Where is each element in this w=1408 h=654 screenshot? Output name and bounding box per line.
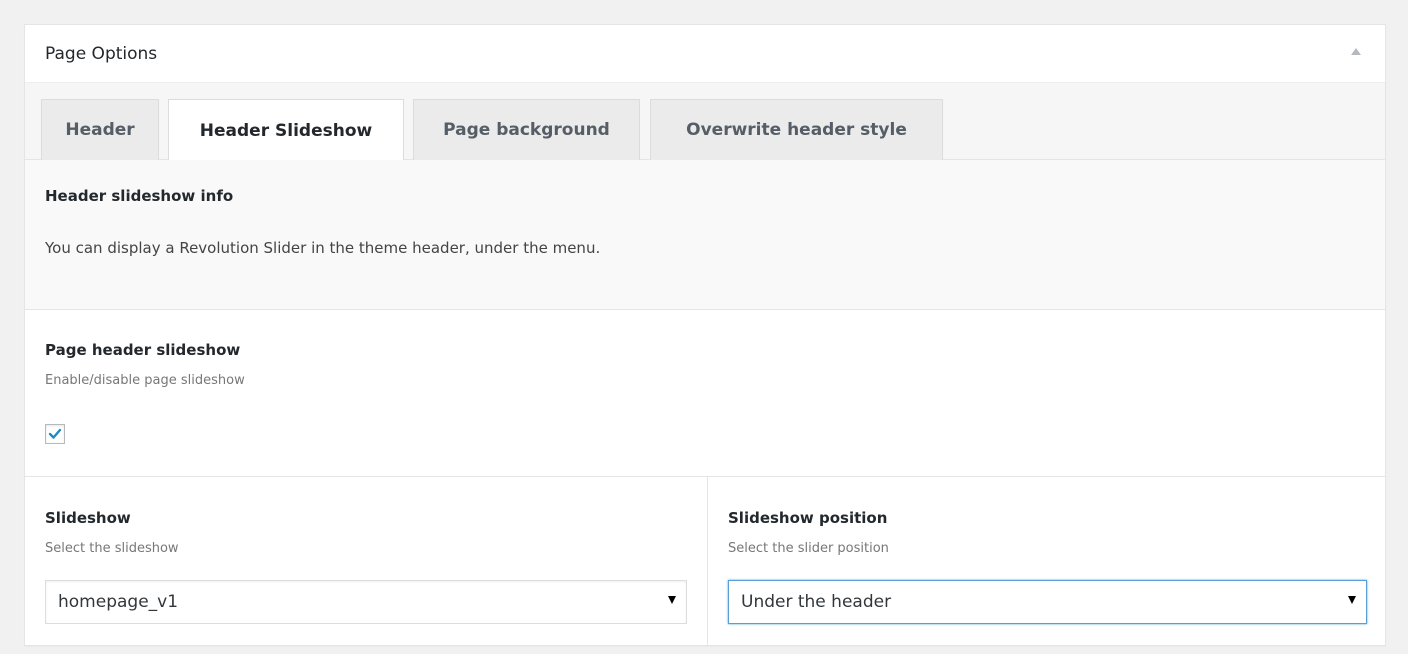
select-value: Under the header [741,592,892,612]
field-description: Select the slider position [728,541,889,556]
field-description: Enable/disable page slideshow [45,373,245,388]
tabs-bar: Header Header Slideshow Page background … [25,83,1385,161]
field-description: Select the slideshow [45,541,179,556]
enable-slideshow-checkbox[interactable] [45,424,65,444]
caret-down-icon [668,596,676,604]
tab-header[interactable]: Header [41,99,159,160]
tab-overwrite-header-style[interactable]: Overwrite header style [650,99,943,160]
slideshow-position-field: Slideshow position Select the slider pos… [708,477,1385,645]
collapse-toggle-icon[interactable] [1351,48,1361,55]
tab-label: Header Slideshow [199,120,373,141]
field-title: Page header slideshow [45,341,241,359]
slideshow-settings-row: Slideshow Select the slideshow homepage_… [25,477,1385,645]
checkmark-icon [48,428,62,439]
tab-label: Header [65,120,135,140]
tab-label: Overwrite header style [686,120,907,140]
page-header-slideshow-section: Page header slideshow Enable/disable pag… [25,310,1385,477]
info-title: Header slideshow info [45,187,234,205]
slideshow-field: Slideshow Select the slideshow homepage_… [25,477,708,645]
slideshow-select[interactable]: homepage_v1 [45,580,687,624]
tab-label: Page background [443,120,610,140]
field-title: Slideshow position [728,509,888,527]
panel-header: Page Options [25,25,1385,83]
select-value: homepage_v1 [58,592,179,612]
info-text: You can display a Revolution Slider in t… [45,239,601,257]
tab-page-background[interactable]: Page background [413,99,640,160]
tab-header-slideshow[interactable]: Header Slideshow [168,99,404,161]
slideshow-info-section: Header slideshow info You can display a … [25,160,1385,310]
field-title: Slideshow [45,509,131,527]
slideshow-position-select[interactable]: Under the header [728,580,1367,624]
panel-title: Page Options [45,44,158,64]
page-options-panel: Page Options Header Header Slideshow Pag… [24,24,1386,646]
caret-down-icon [1348,596,1356,604]
